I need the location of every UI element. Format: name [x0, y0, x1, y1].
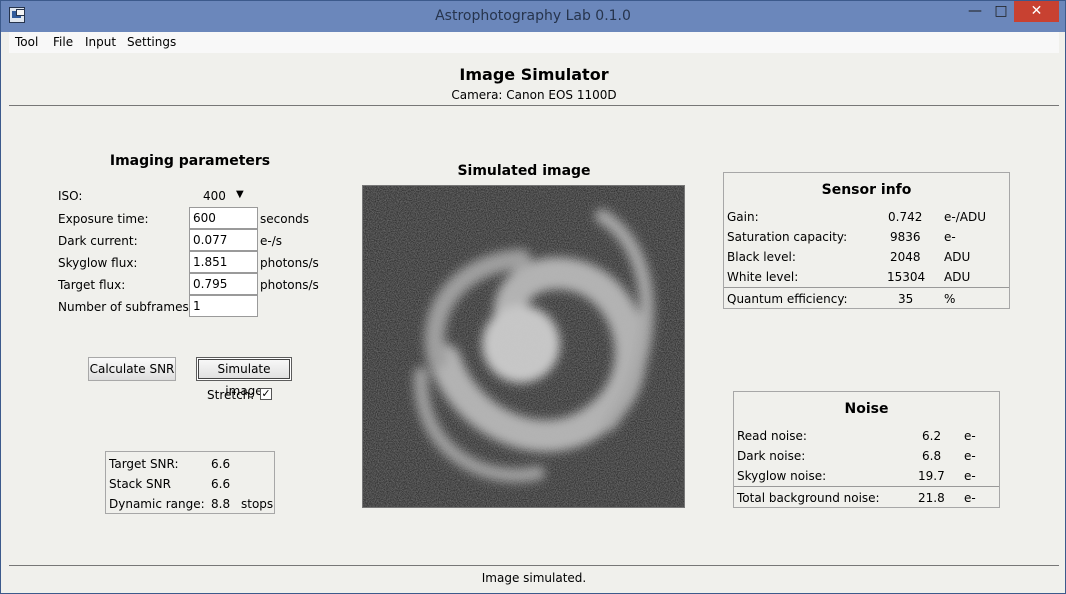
white-level-value: 15304 [887, 270, 926, 284]
saturation-capacity-value: 9836 [890, 230, 921, 244]
target-flux-unit: photons/s [260, 278, 319, 292]
skyglow-noise-label: Skyglow noise: [737, 469, 827, 483]
gain-label: Gain: [727, 210, 759, 224]
white-level-label: White level: [727, 270, 799, 284]
gain-value: 0.742 [888, 210, 923, 224]
calculate-snr-button[interactable]: Calculate SNR [88, 357, 176, 381]
sensor-info-title: Sensor info [821, 182, 912, 198]
dynamic-range-unit: stops [241, 497, 274, 511]
skyglow-noise-value: 19.7 [918, 469, 945, 483]
dark-noise-unit: e- [964, 449, 976, 463]
quantum-efficiency-value: 35 [898, 292, 914, 306]
menu-settings[interactable]: Settings [127, 35, 176, 49]
white-level-unit: ADU [944, 270, 971, 284]
black-level-unit: ADU [944, 250, 971, 264]
target-flux-field[interactable] [189, 273, 258, 295]
window-title: Astrophotography Lab 0.1.0 [435, 8, 631, 24]
read-noise-unit: e- [964, 429, 976, 443]
noise-title: Noise [844, 401, 889, 417]
dark-noise-value: 6.8 [922, 449, 942, 463]
black-level-label: Black level: [727, 250, 796, 264]
imaging-parameters-title: Imaging parameters [109, 153, 271, 169]
status-bar: Image simulated. [9, 565, 1059, 590]
noise-panel: Noise Read noise: 6.2 e- Dark noise: 6.8… [733, 391, 1000, 508]
quantum-efficiency-unit: % [944, 292, 956, 306]
read-noise-value: 6.2 [922, 429, 942, 443]
close-icon[interactable]: ✕ [1014, 1, 1059, 22]
main-window: Astrophotography Lab 0.1.0 — □ ✕ Tool Fi… [0, 0, 1066, 594]
menu-tool[interactable]: Tool [15, 35, 38, 49]
skyglow-noise-unit: e- [964, 469, 976, 483]
saturation-capacity-label: Saturation capacity: [727, 230, 848, 244]
quantum-efficiency-label: Quantum efficiency: [727, 292, 848, 306]
dynamic-range-label: Dynamic range: [109, 497, 205, 511]
page-title: Image Simulator [459, 65, 609, 84]
menu-file[interactable]: File [53, 35, 73, 49]
subframes-field[interactable] [189, 295, 258, 317]
exposure-field[interactable] [189, 207, 258, 229]
dynamic-range-value: 8.8 [211, 497, 231, 511]
subframes-label: Number of subframes: [58, 300, 193, 314]
stretch-label: Stretch: [207, 388, 255, 402]
exposure-unit: seconds [260, 212, 310, 226]
menu-input[interactable]: Input [85, 35, 116, 49]
menu-bar: Tool File Input Settings [9, 32, 1059, 53]
exposure-label: Exposure time: [58, 212, 149, 226]
stretch-checkbox[interactable]: ✓ [260, 388, 272, 400]
skyglow-unit: photons/s [260, 256, 319, 270]
chevron-down-icon[interactable]: ▼ [236, 189, 244, 200]
simulated-image [362, 185, 685, 508]
skyglow-field[interactable] [189, 251, 258, 273]
saturation-capacity-unit: e- [944, 230, 956, 244]
minimize-icon[interactable]: — [963, 1, 987, 22]
page-header: Image Simulator Camera: Canon EOS 1100D [9, 53, 1059, 106]
noise-divider [734, 486, 999, 487]
target-snr-label: Target SNR: [109, 457, 179, 471]
sensor-info-panel: Sensor info Gain: 0.742 e-/ADU Saturatio… [723, 172, 1010, 309]
black-level-value: 2048 [890, 250, 921, 264]
title-bar[interactable]: Astrophotography Lab 0.1.0 — □ ✕ [1, 1, 1065, 32]
iso-label: ISO: [58, 189, 83, 203]
dark-current-field[interactable] [189, 229, 258, 251]
iso-select[interactable]: 400 [203, 189, 226, 203]
stack-snr-label: Stack SNR [109, 477, 171, 491]
total-background-noise-value: 21.8 [918, 491, 945, 505]
dark-noise-label: Dark noise: [737, 449, 806, 463]
target-snr-value: 6.6 [211, 457, 231, 471]
maximize-icon[interactable]: □ [989, 1, 1013, 22]
snr-results-panel: Target SNR: 6.6 Stack SNR 6.6 Dynamic ra… [105, 451, 275, 514]
simulate-image-button[interactable]: Simulate image [196, 357, 292, 398]
simulated-image-title: Simulated image [457, 163, 591, 179]
read-noise-label: Read noise: [737, 429, 807, 443]
dark-current-unit: e-/s [260, 234, 283, 248]
target-flux-label: Target flux: [58, 278, 126, 292]
sensor-divider [724, 287, 1009, 288]
total-background-noise-unit: e- [964, 491, 976, 505]
spiral-galaxy-image [363, 186, 684, 507]
total-background-noise-label: Total background noise: [737, 491, 880, 505]
dark-current-label: Dark current: [58, 234, 138, 248]
skyglow-label: Skyglow flux: [58, 256, 138, 270]
gain-unit: e-/ADU [944, 210, 986, 224]
stack-snr-value: 6.6 [211, 477, 231, 491]
camera-label: Camera: Canon EOS 1100D [451, 88, 617, 102]
